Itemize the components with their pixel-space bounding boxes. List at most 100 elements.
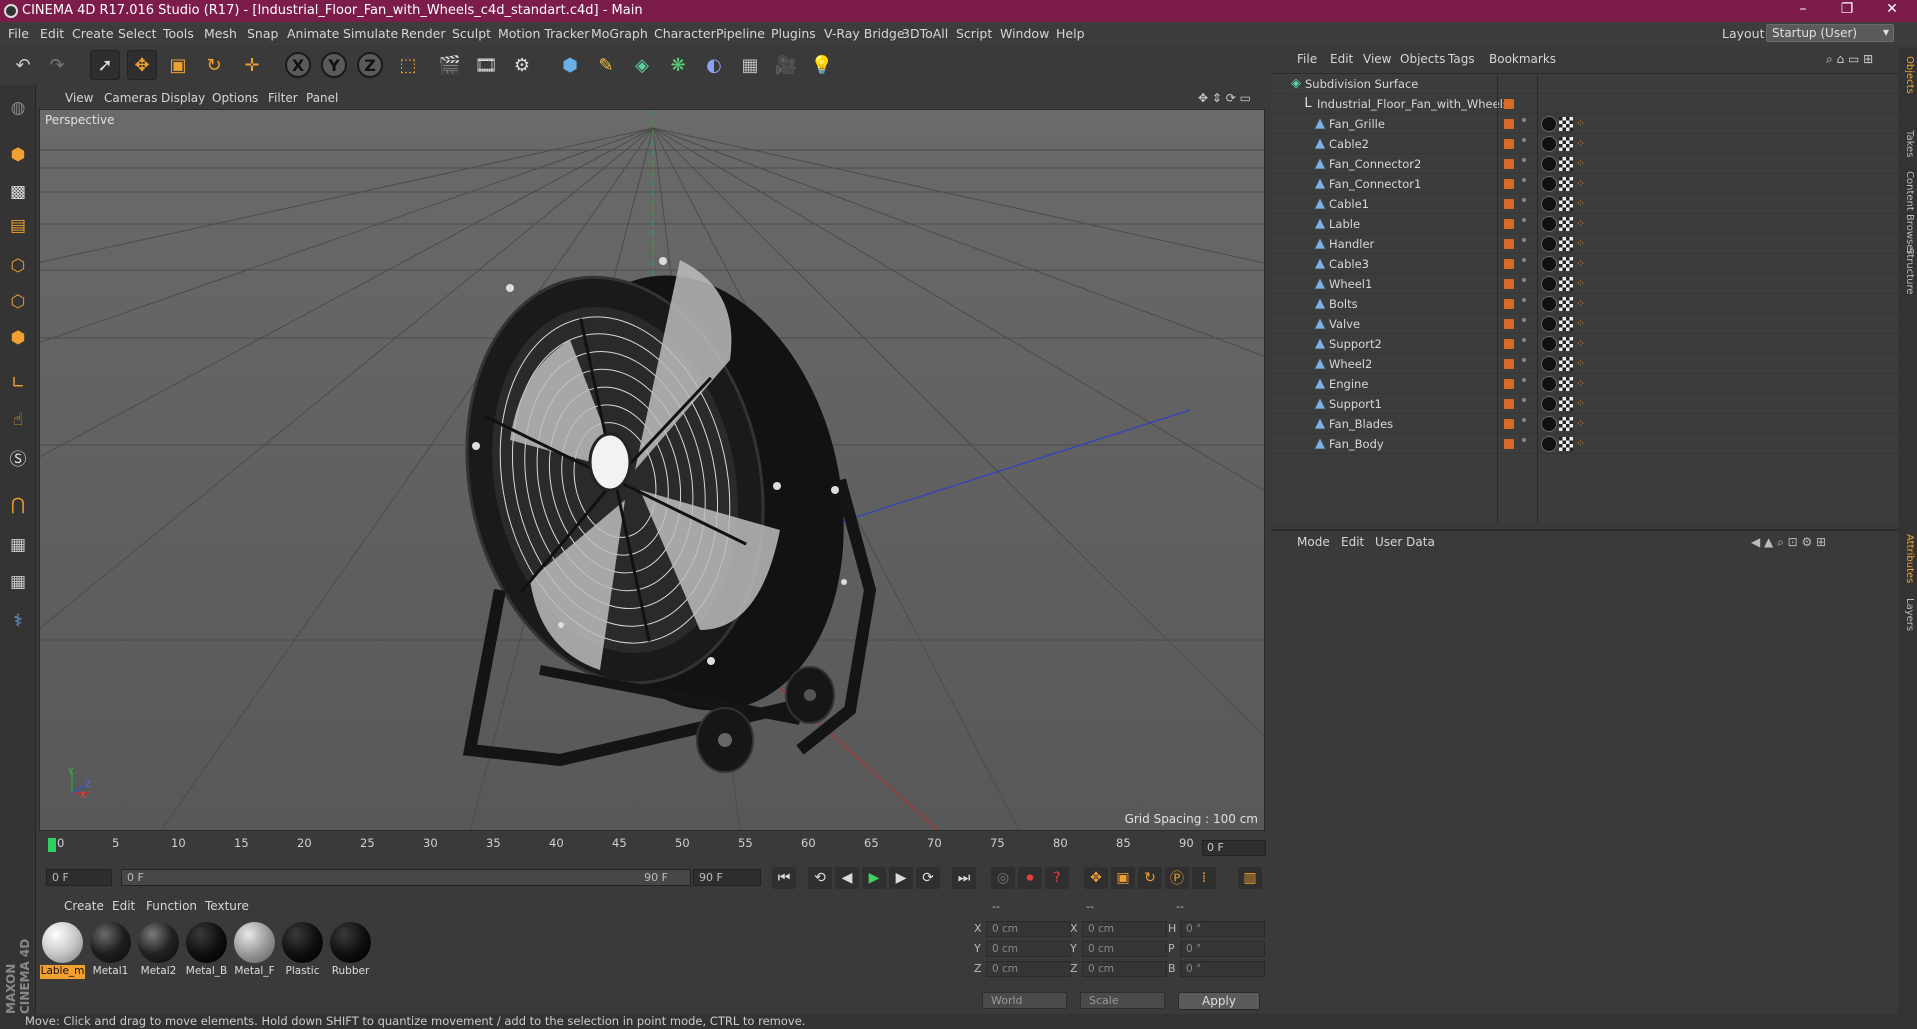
om-menu-view[interactable]: View — [1363, 52, 1391, 66]
model-mode-icon[interactable]: ⬢ — [3, 140, 33, 170]
render-settings-icon[interactable]: ⚙ — [507, 50, 537, 80]
phong-tag-icon[interactable]: ⁘ — [1576, 117, 1588, 131]
om-menu-file[interactable]: File — [1297, 52, 1317, 66]
key-pla-icon[interactable]: ⁞ — [1192, 867, 1216, 889]
object-row[interactable]: ▲ Fan_Body ⁘ — [1271, 434, 1898, 454]
coordinate-system-dropdown[interactable]: World — [982, 992, 1067, 1009]
material-tag-icon[interactable] — [1541, 296, 1557, 312]
menu-character[interactable]: Character — [654, 26, 716, 41]
goto-start-icon[interactable]: ⏮ — [772, 867, 796, 889]
next-frame-icon[interactable]: ▶ — [889, 867, 913, 889]
python-icon[interactable]: ⚕ — [3, 606, 33, 636]
tab-structure[interactable]: Structure — [1900, 248, 1915, 295]
position-z-field[interactable]: 0 cm — [986, 961, 1071, 977]
visibility-toggle[interactable] — [1504, 379, 1514, 389]
close-button[interactable]: ✕ — [1872, 1, 1912, 21]
size-z-field[interactable]: 0 cm — [1082, 961, 1167, 977]
material-tag-icon[interactable] — [1541, 376, 1557, 392]
editor-visibility-dot[interactable] — [1522, 178, 1526, 182]
visibility-toggle[interactable] — [1504, 199, 1514, 209]
texture-tag-icon[interactable] — [1559, 277, 1573, 291]
visibility-toggle[interactable] — [1504, 359, 1514, 369]
material-menu-texture[interactable]: Texture — [205, 899, 249, 913]
menu-sculpt[interactable]: Sculpt — [452, 26, 491, 41]
key-position-icon[interactable]: ✥ — [1084, 867, 1108, 889]
om-menu-tags[interactable]: Tags — [1448, 52, 1475, 66]
cube-primitive-icon[interactable]: ⬢ — [555, 50, 585, 80]
visibility-toggle[interactable] — [1504, 259, 1514, 269]
texture-tag-icon[interactable] — [1559, 437, 1573, 451]
viewport-nav-icons[interactable]: ✥ ⇕ ⟳ ▭ — [1198, 91, 1251, 105]
menu-mesh[interactable]: Mesh — [204, 26, 237, 41]
texture-tag-icon[interactable] — [1559, 377, 1573, 391]
menu-create[interactable]: Create — [72, 26, 114, 41]
deformer-icon[interactable]: ◐ — [699, 50, 729, 80]
editor-visibility-dot[interactable] — [1522, 318, 1526, 322]
texture-mode-icon[interactable]: ▩ — [3, 177, 33, 207]
layout-dropdown[interactable]: Startup (User) — [1766, 24, 1894, 42]
workplane-mode-icon[interactable]: ▤ — [3, 211, 33, 241]
object-row-subdivision[interactable]: ◈ Subdivision Surface — [1271, 74, 1898, 94]
menu-help[interactable]: Help — [1056, 26, 1085, 41]
visibility-toggle[interactable] — [1504, 139, 1514, 149]
viewport-menu-options[interactable]: Options — [212, 91, 258, 105]
menu-animate[interactable]: Animate — [287, 26, 339, 41]
rotation-h-field[interactable]: 0 ° — [1180, 921, 1265, 937]
next-key-icon[interactable]: ⟳ — [916, 867, 940, 889]
material-tag-icon[interactable] — [1541, 256, 1557, 272]
viewport-menu-view[interactable]: View — [65, 91, 93, 105]
phong-tag-icon[interactable]: ⁘ — [1576, 277, 1588, 291]
texture-tag-icon[interactable] — [1559, 317, 1573, 331]
menu-script[interactable]: Script — [956, 26, 992, 41]
editor-visibility-dot[interactable] — [1522, 198, 1526, 202]
redo-icon[interactable]: ↷ — [42, 50, 72, 80]
rotation-p-field[interactable]: 0 ° — [1180, 941, 1265, 957]
start-frame-field[interactable]: 0 F — [46, 869, 112, 886]
texture-tag-icon[interactable] — [1559, 237, 1573, 251]
tab-content-browser[interactable]: Content Browser — [1900, 171, 1915, 254]
array-icon[interactable]: ❋ — [663, 50, 693, 80]
visibility-toggle[interactable] — [1504, 179, 1514, 189]
material-menu-function[interactable]: Function — [146, 899, 197, 913]
object-row[interactable]: ▲ Valve ⁘ — [1271, 314, 1898, 334]
object-row[interactable]: ▲ Cable1 ⁘ — [1271, 194, 1898, 214]
menu-tools[interactable]: Tools — [163, 26, 194, 41]
3d-viewport[interactable]: Y Z X Perspective Grid Spacing : 100 cm — [39, 109, 1265, 831]
material-tag-icon[interactable] — [1541, 416, 1557, 432]
editor-visibility-dot[interactable] — [1522, 258, 1526, 262]
texture-tag-icon[interactable] — [1559, 397, 1573, 411]
phong-tag-icon[interactable]: ⁘ — [1576, 377, 1588, 391]
current-frame-field[interactable]: 0 F — [1202, 840, 1266, 856]
viewport-menu-cameras[interactable]: Cameras — [104, 91, 157, 105]
material-menu-create[interactable]: Create — [64, 899, 104, 913]
floor-icon[interactable]: ▦ — [735, 50, 765, 80]
material-tag-icon[interactable] — [1541, 196, 1557, 212]
phong-tag-icon[interactable]: ⁘ — [1576, 297, 1588, 311]
menu-select[interactable]: Select — [118, 26, 157, 41]
editor-visibility-dot[interactable] — [1522, 138, 1526, 142]
phong-tag-icon[interactable]: ⁘ — [1576, 157, 1588, 171]
material-metal-b[interactable]: Metal_B — [184, 920, 229, 980]
object-row[interactable]: ▲ Cable2 ⁘ — [1271, 134, 1898, 154]
rotation-b-field[interactable]: 0 ° — [1180, 961, 1265, 977]
frame-range-slider[interactable]: 0 F 90 F — [121, 869, 691, 886]
live-selection-icon[interactable]: ➚ — [90, 50, 120, 80]
workplane-lock-icon[interactable]: ▦ — [3, 530, 33, 560]
visibility-toggle[interactable] — [1504, 99, 1514, 109]
texture-tag-icon[interactable] — [1559, 337, 1573, 351]
apply-button[interactable]: Apply — [1178, 992, 1260, 1010]
keyframe-selection-icon[interactable]: ? — [1045, 867, 1069, 889]
texture-tag-icon[interactable] — [1559, 137, 1573, 151]
editor-visibility-dot[interactable] — [1522, 218, 1526, 222]
visibility-toggle[interactable] — [1504, 319, 1514, 329]
am-menu-edit[interactable]: Edit — [1341, 535, 1364, 549]
solo-mode-icon[interactable]: Ⓢ — [3, 442, 33, 472]
phong-tag-icon[interactable]: ⁘ — [1576, 257, 1588, 271]
menu-edit[interactable]: Edit — [40, 26, 64, 41]
om-menu-bookmarks[interactable]: Bookmarks — [1489, 52, 1556, 66]
om-search-home-icons[interactable]: ⌕ ⌂ ▭ ⊞ — [1826, 52, 1873, 67]
size-mode-dropdown[interactable]: Scale — [1080, 992, 1165, 1009]
material-tag-icon[interactable] — [1541, 156, 1557, 172]
size-y-field[interactable]: 0 cm — [1082, 941, 1167, 957]
texture-tag-icon[interactable] — [1559, 357, 1573, 371]
